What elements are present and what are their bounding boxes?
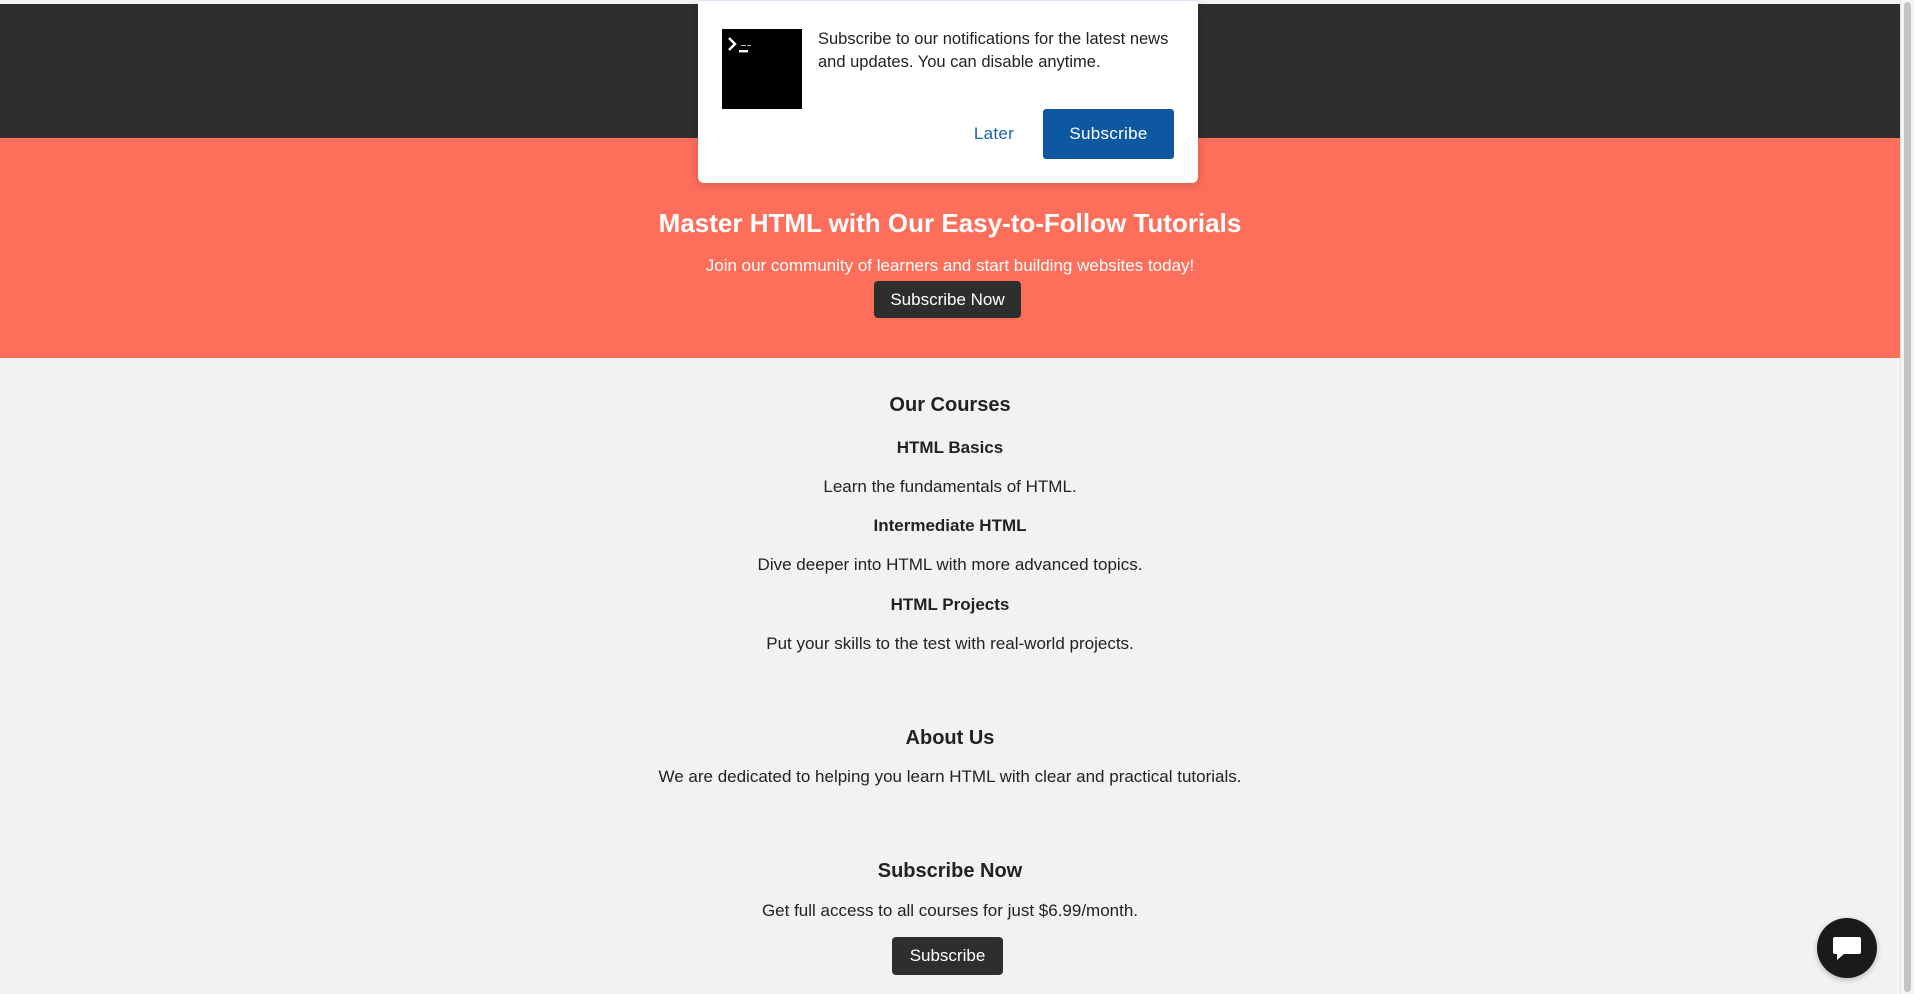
course-title-html-basics: HTML Basics <box>896 438 1004 457</box>
course-title-html-projects: HTML Projects <box>890 595 1010 614</box>
terminal-icon <box>722 29 802 109</box>
subscribe-button[interactable]: Subscribe <box>892 937 1003 975</box>
hero-subscribe-now-button[interactable]: Subscribe Now <box>874 281 1021 318</box>
scrollbar-thumb[interactable] <box>1904 2 1911 992</box>
course-description-html-basics: Learn the fundamentals of HTML. <box>823 477 1077 496</box>
course-description-html-projects: Put your skills to the test with real-wo… <box>766 634 1134 653</box>
notification-popup: Subscribe to our notifications for the l… <box>698 0 1198 183</box>
hero-subtitle: Join our community of learners and start… <box>705 256 1195 275</box>
hero-title: Master HTML with Our Easy-to-Follow Tuto… <box>658 208 1242 238</box>
page-scrollbar[interactable] <box>1900 0 1914 994</box>
courses-heading: Our Courses <box>889 394 1011 416</box>
subscribe-text: Get full access to all courses for just … <box>761 901 1139 920</box>
about-heading: About Us <box>905 727 995 749</box>
notification-message: Subscribe to our notifications for the l… <box>818 30 1169 71</box>
page: Master HTML with Our Easy-to-Follow Tuto… <box>0 0 1900 994</box>
notification-later-button[interactable]: Later <box>938 109 1050 159</box>
notification-subscribe-button[interactable]: Subscribe <box>1043 109 1174 159</box>
chat-icon <box>1833 937 1861 960</box>
subscribe-heading: Subscribe Now <box>877 860 1023 882</box>
chat-widget-button[interactable] <box>1817 918 1877 978</box>
course-title-intermediate-html: Intermediate HTML <box>873 516 1027 535</box>
course-description-intermediate-html: Dive deeper into HTML with more advanced… <box>757 555 1143 574</box>
about-text: We are dedicated to helping you learn HT… <box>658 767 1242 786</box>
